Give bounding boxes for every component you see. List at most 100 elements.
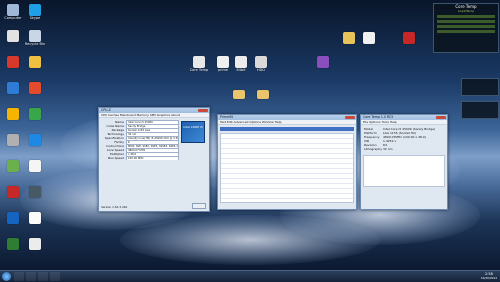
file-icon bbox=[255, 56, 267, 68]
taskbar-item[interactable] bbox=[38, 272, 48, 281]
app-icon bbox=[7, 134, 19, 146]
app-icon bbox=[7, 82, 19, 94]
prime95-log-line bbox=[221, 199, 353, 202]
folder-icon[interactable] bbox=[228, 90, 250, 99]
cpu-meter-gadget bbox=[461, 78, 499, 96]
folder-icon[interactable] bbox=[252, 90, 274, 99]
app-icon bbox=[7, 4, 19, 16]
folder-glyph bbox=[257, 90, 269, 99]
app-icon bbox=[317, 56, 329, 68]
app-icon bbox=[7, 212, 19, 224]
coretemp-core-table bbox=[363, 155, 445, 187]
app-icon bbox=[29, 238, 41, 250]
app-icon bbox=[7, 160, 19, 172]
gadget-bar bbox=[437, 25, 495, 28]
app-icon bbox=[29, 160, 41, 172]
desktop-icon[interactable] bbox=[24, 134, 46, 146]
app-icon bbox=[29, 186, 41, 198]
app-icon bbox=[29, 56, 41, 68]
desktop-icon[interactable] bbox=[2, 186, 24, 198]
taskbar-item[interactable] bbox=[26, 272, 36, 281]
prime95-menu[interactable]: Test Edit Advanced Options Window Help bbox=[218, 120, 356, 125]
desktop-icon[interactable]: Core Temp bbox=[188, 56, 210, 72]
taskbar-item[interactable] bbox=[50, 272, 60, 281]
app-icon bbox=[7, 186, 19, 198]
window-controls[interactable] bbox=[198, 109, 208, 112]
prime95-worker-header bbox=[220, 127, 354, 131]
cpuz-ok-button[interactable] bbox=[192, 203, 206, 209]
desktop-icon-label: Skype bbox=[29, 16, 41, 20]
app-icon bbox=[29, 212, 41, 224]
desktop-icon[interactable]: HDD bbox=[250, 56, 272, 72]
system-clock[interactable]: 2:58 10/20/2012 bbox=[481, 272, 497, 280]
desktop-icon[interactable] bbox=[24, 238, 46, 250]
desktop-icon[interactable] bbox=[24, 212, 46, 224]
cpuz-titlebar[interactable]: CPU-Z bbox=[99, 108, 209, 113]
app-icon bbox=[7, 238, 19, 250]
intel-core-i5-logo: intel CORE i5 bbox=[181, 121, 205, 143]
desktop-icon[interactable] bbox=[24, 108, 46, 120]
coretemp-window[interactable]: Core Temp 1.0 RC5 File Options Tools Hel… bbox=[360, 114, 448, 210]
app-icon bbox=[7, 56, 19, 68]
app-icon bbox=[7, 108, 19, 120]
app-icon bbox=[29, 30, 41, 42]
desktop-icon[interactable] bbox=[358, 32, 380, 44]
cpuz-window[interactable]: CPU-Z CPU Caches Mainboard Memory SPD Gr… bbox=[98, 107, 210, 212]
desktop-icon[interactable]: Recycle Bin bbox=[24, 30, 46, 46]
cpuz-field-row: Bus Speed 100.00 MHz bbox=[101, 156, 179, 160]
file-icon bbox=[217, 56, 229, 68]
desktop-icon[interactable] bbox=[2, 134, 24, 146]
cpuz-version: Version 1.61.3.x64 bbox=[101, 205, 128, 209]
coretemp-gadget: Core Temp Load/Temp bbox=[433, 3, 499, 53]
coretemp-field-row: Lithography 32 nm bbox=[363, 147, 445, 151]
file-icon bbox=[235, 56, 247, 68]
desktop-icon-label: Core Temp bbox=[189, 68, 209, 72]
desktop-icon[interactable] bbox=[2, 30, 24, 42]
folder-glyph bbox=[233, 90, 245, 99]
prime95-worker-log bbox=[220, 133, 354, 203]
desktop-icon[interactable] bbox=[24, 186, 46, 198]
window-title: Core Temp 1.0 RC5 bbox=[363, 115, 394, 119]
desktop-icon[interactable] bbox=[24, 56, 46, 68]
app-icon bbox=[403, 32, 415, 44]
prime95-titlebar[interactable]: Prime95 bbox=[218, 115, 356, 120]
desktop-icon[interactable] bbox=[24, 160, 46, 172]
desktop-icon[interactable] bbox=[2, 82, 24, 94]
desktop-icon-label: 64bit bbox=[236, 68, 246, 72]
gadget-bar bbox=[437, 15, 495, 18]
coretemp-titlebar[interactable]: Core Temp 1.0 RC5 bbox=[361, 115, 447, 120]
desktop-icon-label: Recycle Bin bbox=[24, 42, 46, 46]
desktop-icon-label: HDD bbox=[256, 68, 266, 72]
app-icon bbox=[29, 4, 41, 16]
desktop-icon[interactable] bbox=[2, 108, 24, 120]
desktop-icon[interactable] bbox=[398, 32, 420, 44]
app-icon bbox=[343, 32, 355, 44]
file-icon bbox=[193, 56, 205, 68]
app-icon bbox=[29, 82, 41, 94]
window-controls[interactable] bbox=[436, 116, 446, 119]
cpu-meter-gadget bbox=[461, 101, 499, 119]
desktop-icon[interactable]: Computer bbox=[2, 4, 24, 20]
window-controls[interactable] bbox=[345, 116, 355, 119]
gadget-bar bbox=[437, 20, 495, 23]
app-icon bbox=[29, 108, 41, 120]
desktop-icon[interactable] bbox=[338, 32, 360, 44]
app-icon bbox=[29, 134, 41, 146]
desktop-icon[interactable] bbox=[24, 82, 46, 94]
desktop-icon[interactable] bbox=[2, 238, 24, 250]
field-label: Lithography bbox=[364, 147, 382, 151]
start-button[interactable] bbox=[2, 272, 11, 281]
desktop-icon[interactable] bbox=[2, 56, 24, 68]
taskbar-item[interactable] bbox=[14, 272, 24, 281]
desktop-icon[interactable]: 64bit bbox=[230, 56, 252, 72]
window-title: Prime95 bbox=[220, 115, 234, 119]
desktop-icon[interactable] bbox=[2, 160, 24, 172]
prime95-window[interactable]: Prime95 Test Edit Advanced Options Windo… bbox=[217, 114, 357, 210]
desktop-icon[interactable] bbox=[2, 212, 24, 224]
cpuz-processor-panel: Name Intel Core i5 2500K Code Name Sandy Br… bbox=[99, 118, 181, 162]
desktop-icon[interactable]: Skype bbox=[24, 4, 46, 20]
field-value: 100.00 MHz bbox=[126, 156, 179, 160]
clock-date: 10/20/2012 bbox=[480, 275, 497, 280]
desktop-icon[interactable] bbox=[312, 56, 334, 68]
taskbar: 2:58 10/20/2012 bbox=[0, 270, 500, 282]
